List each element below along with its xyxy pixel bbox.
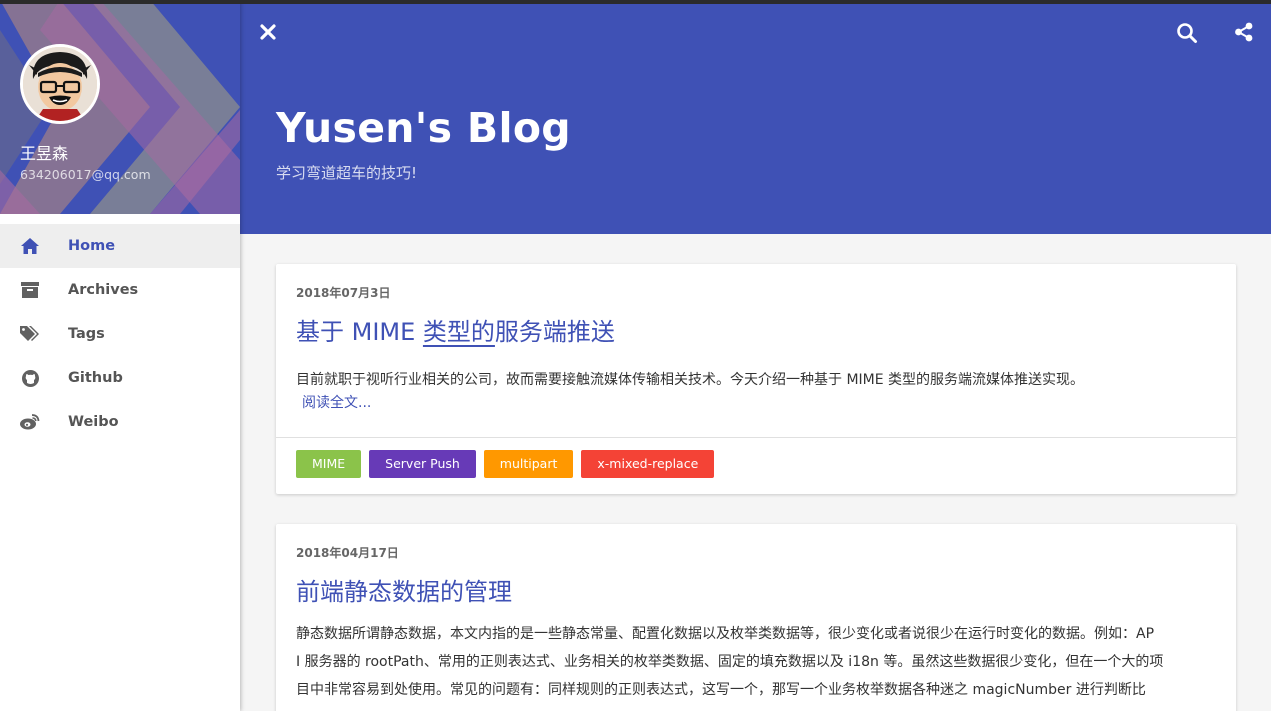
post-title-link[interactable]: 基于 MIME 类型的服务端推送 <box>296 312 615 347</box>
sidebar-item-label: Home <box>68 238 116 254</box>
close-icon <box>260 24 276 40</box>
post-card: 2018年04月17日 前端静态数据的管理 静态数据所谓静态数据，本文内指的是一… <box>276 524 1236 711</box>
post-title-link[interactable]: 前端静态数据的管理 <box>296 572 512 607</box>
post-title-part: 服务端推送 <box>494 318 615 346</box>
window-top-bar <box>0 0 1271 4</box>
sidebar-nav: Home Archives Tags Github Weibo <box>0 224 240 444</box>
sidebar-item-label: Github <box>68 370 123 386</box>
blog-header: Yusen's Blog 学习弯道超车的技巧! <box>240 4 1271 234</box>
archive-icon <box>20 280 40 300</box>
weibo-icon <box>20 412 40 432</box>
post-title-part: 类型的 <box>422 318 495 346</box>
post-excerpt: 静态数据所谓静态数据，本文内指的是一些静态常量、配置化数据以及枚举类数据等，很少… <box>296 620 1216 704</box>
post-tags: MIME Server Push multipart x-mixed-repla… <box>296 450 715 478</box>
read-more-link[interactable]: 阅读全文... <box>302 392 371 412</box>
share-icon <box>1235 22 1253 42</box>
sidebar-item-label: Weibo <box>68 414 119 430</box>
card-divider <box>276 437 1236 438</box>
github-icon <box>20 368 40 388</box>
blog-subtitle: 学习弯道超车的技巧! <box>276 164 418 182</box>
post-date: 2018年04月17日 <box>296 546 399 560</box>
post-excerpt-line: 目中非常容易到处使用。常见的问题有：同样规则的正则表达式，这写一个，那写一个业务… <box>296 682 1146 698</box>
sidebar-item-weibo[interactable]: Weibo <box>0 400 240 444</box>
search-button[interactable] <box>1176 22 1198 44</box>
user-email: 634206017@qq.com <box>20 167 151 182</box>
post-excerpt-line: 静态数据所谓静态数据，本文内指的是一些静态常量、配置化数据以及枚举类数据等，很少… <box>296 626 1155 642</box>
sidebar-item-archives[interactable]: Archives <box>0 268 240 312</box>
home-icon <box>20 236 40 256</box>
search-icon <box>1177 23 1197 43</box>
post-title-part: 基于 MIME <box>296 318 423 346</box>
sidebar-item-github[interactable]: Github <box>0 356 240 400</box>
tags-icon <box>20 324 40 344</box>
sidebar-item-tags[interactable]: Tags <box>0 312 240 356</box>
post-excerpt: 目前就职于视听行业相关的公司，故而需要接触流媒体传输相关技术。今天介绍一种基于 … <box>296 372 1085 388</box>
post-card: 2018年07月3日 基于 MIME 类型的服务端推送 目前就职于视听行业相关的… <box>276 264 1236 494</box>
sidebar-header: 王昱森 634206017@qq.com <box>0 0 240 214</box>
sidebar: 王昱森 634206017@qq.com Home Archives Tags <box>0 0 240 711</box>
post-date: 2018年07月3日 <box>296 286 391 300</box>
avatar-image <box>23 47 97 121</box>
close-button[interactable] <box>258 22 278 42</box>
share-button[interactable] <box>1234 22 1256 44</box>
sidebar-item-home[interactable]: Home <box>0 224 240 268</box>
tag-multipart[interactable]: multipart <box>483 450 574 478</box>
sidebar-item-label: Archives <box>68 282 139 298</box>
tag-mime[interactable]: MIME <box>296 450 362 478</box>
post-excerpt-line: I 服务器的 rootPath、常用的正则表达式、业务相关的枚举类数据、固定的填… <box>296 654 1164 670</box>
blog-title: Yusen's Blog <box>276 104 571 152</box>
tag-server-push[interactable]: Server Push <box>369 450 476 478</box>
user-name: 王昱森 <box>20 144 69 163</box>
sidebar-item-label: Tags <box>68 326 105 342</box>
avatar[interactable] <box>20 44 100 124</box>
tag-x-mixed-replace[interactable]: x-mixed-replace <box>581 450 715 478</box>
